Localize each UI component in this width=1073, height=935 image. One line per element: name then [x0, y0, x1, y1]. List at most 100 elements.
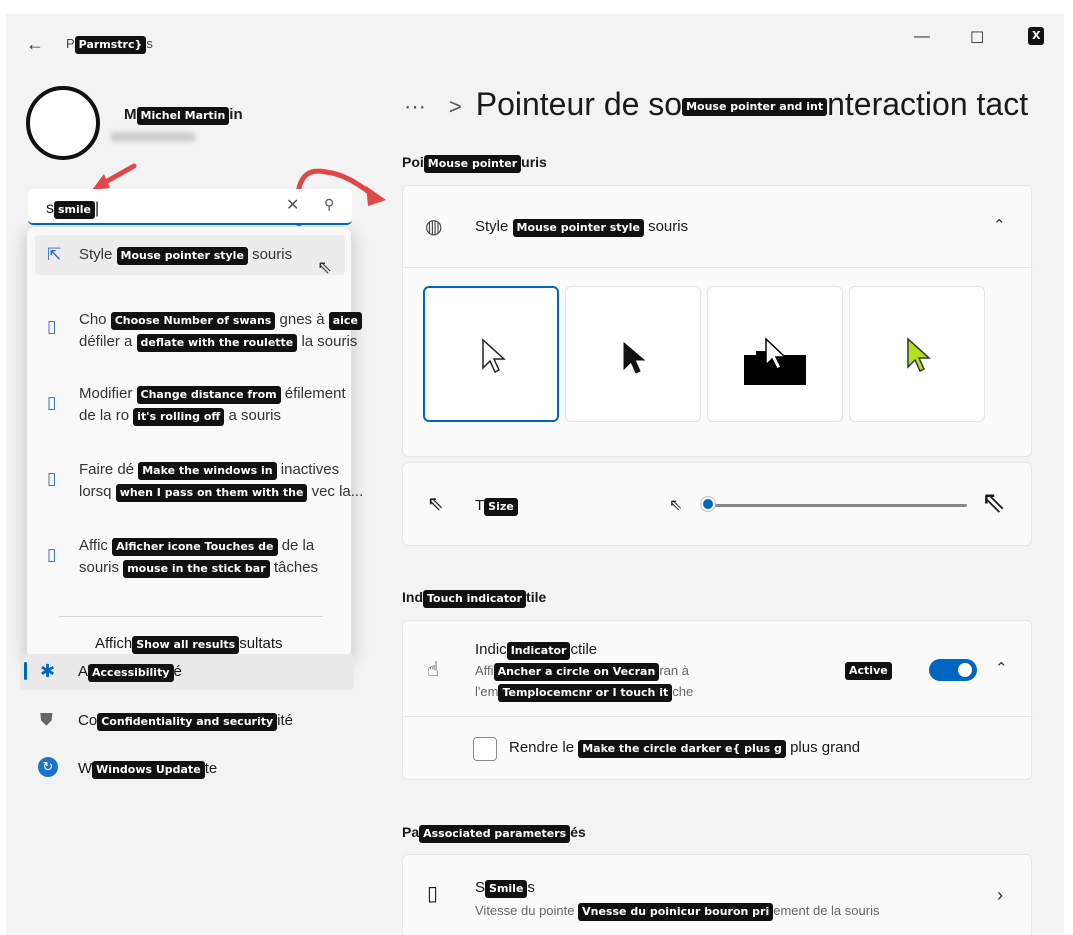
- text-fragment: Affich: [95, 635, 133, 652]
- windows-update-icon: ↻: [38, 757, 58, 777]
- pointer-style-white[interactable]: [423, 286, 559, 422]
- pointer-style-card: ◍ Style Mouse pointer style souris ⌃: [402, 185, 1033, 457]
- pointer-style-header[interactable]: ◍ Style Mouse pointer style souris ⌃: [403, 186, 1033, 268]
- annotation-arrowhead-result: [366, 186, 386, 206]
- size-label: T Size: [475, 497, 518, 516]
- accessibility-icon: ✱: [40, 661, 56, 681]
- mouse-pointer-icon: ⇱: [47, 245, 62, 264]
- pointer-style-black[interactable]: [565, 286, 701, 422]
- pointer-style-label: Style Mouse pointer style souris: [475, 218, 688, 237]
- search-result-line: Faire dé Make the windows in inactives: [79, 461, 339, 480]
- mouse-icon: ▯: [47, 393, 57, 412]
- chevron-up-icon[interactable]: ⌃: [995, 659, 1008, 677]
- search-result-line: Affic Alficher icone Touches de de la: [79, 537, 314, 556]
- cursor-icon: ⇖: [317, 257, 333, 277]
- touch-indicator-header[interactable]: ☝ Indic Indicator ctile Affi Ancher a circl…: [403, 621, 1033, 717]
- text-fragment: l'em: [475, 684, 499, 699]
- related-item-desc: Vitesse du pointe Vnesse du poinicur bou…: [475, 903, 879, 921]
- text-fragment: gnes à: [279, 311, 325, 328]
- chevron-right-icon: ›: [997, 885, 1003, 905]
- annotation-arrowhead-search: [92, 174, 110, 190]
- text-fragment: lorsq: [79, 483, 112, 500]
- text-fragment: te: [204, 760, 218, 777]
- cursor-icon: ⇖: [427, 493, 444, 515]
- text-fragment: che: [672, 684, 694, 699]
- pointer-style-custom[interactable]: [849, 286, 985, 422]
- size-slider-thumb[interactable]: [701, 497, 715, 511]
- breadcrumb-ellipsis[interactable]: ···: [404, 94, 426, 119]
- sidebar-item-label: W Windows Update te: [78, 760, 217, 779]
- result-label: Mouse pointer style: [116, 247, 248, 265]
- search-result-item[interactable]: ▯ Affic Alficher icone Touches de de la …: [35, 535, 345, 591]
- text-fragment: Poi: [402, 154, 424, 170]
- size-slider-track[interactable]: [703, 504, 967, 507]
- selection-indicator: [24, 662, 27, 680]
- toggle-state-label: Active: [845, 661, 892, 680]
- result-label: Alficher icone Touches de: [112, 538, 278, 556]
- checkbox-label: Make the circle darker e{ plus g: [578, 740, 786, 758]
- section-label: Associated parameters: [419, 825, 571, 843]
- clear-search-icon[interactable]: ✕: [286, 195, 299, 215]
- text-fragment: a souris: [228, 407, 281, 424]
- close-button[interactable]: X: [1028, 26, 1045, 45]
- text-fragment: souris: [252, 246, 293, 263]
- darker-circle-label: Rendre le Make the circle darker e{ plus…: [509, 739, 860, 758]
- text-fragment: tile: [526, 589, 547, 605]
- nav-label: Confidentiality and security: [97, 713, 278, 731]
- text-fragment: Affic: [79, 537, 108, 554]
- text-fragment: vec la...: [311, 483, 364, 500]
- show-all-results-link[interactable]: Affich Show all results sultats: [95, 635, 283, 654]
- mouse-icon: ▯: [47, 469, 57, 488]
- text-fragment: Modifier: [79, 385, 133, 402]
- sidebar-item-privacy[interactable]: ⛊ Co Confidentiality and security ité: [20, 704, 354, 740]
- desc-label: Vnesse du poinicur bouron pri: [578, 903, 774, 921]
- search-result-item[interactable]: ▯ Cho Choose Number of swans gnes à aice…: [35, 307, 362, 363]
- search-result-item[interactable]: ▯ Faire dé Make the windows in inactives…: [35, 459, 363, 515]
- search-result-line: lorsq when I pass on them with the vec l…: [79, 483, 363, 502]
- result-label: it's rolling off: [133, 408, 225, 426]
- touch-indicator-title: Indic Indicator ctile: [475, 641, 597, 660]
- text-fragment: Affi: [475, 663, 494, 678]
- sidebar-item-windows-update[interactable]: ↻ W Windows Update te: [20, 752, 354, 788]
- section-label: Touch indicator: [423, 590, 527, 608]
- white-cursor-icon: [482, 338, 506, 374]
- sidebar-item-accessibility[interactable]: ✱ A Accessibility é: [20, 654, 354, 690]
- pointer-style-inverted[interactable]: [707, 286, 843, 422]
- state-label: Active: [845, 662, 892, 680]
- text-fragment: uris: [521, 154, 547, 170]
- search-input[interactable]: s smile |: [46, 200, 99, 219]
- related-label: Smile: [485, 880, 528, 898]
- palette-icon: ◍: [425, 216, 443, 238]
- result-label: aice: [328, 312, 362, 330]
- related-mouse-card[interactable]: ▯ S Smile s Vitesse du pointe Vnesse du po…: [402, 854, 1032, 935]
- show-all-label: Show all results: [132, 636, 240, 654]
- chevron-up-icon[interactable]: ⌃: [993, 216, 1006, 234]
- touch-icon: ☝: [427, 659, 440, 681]
- search-icon[interactable]: ⚲: [324, 196, 334, 213]
- text-fragment: s: [527, 879, 535, 896]
- shield-icon: ⛊: [40, 710, 53, 729]
- text-fragment: A: [78, 663, 89, 680]
- inverted-cursor-icon: [744, 337, 806, 385]
- search-result-item[interactable]: ⇱ Style Mouse pointer style souris ⇖: [35, 235, 345, 277]
- small-cursor-icon: ⇖: [669, 497, 683, 514]
- text-fragment: W: [78, 760, 93, 777]
- search-result-line: de la ro it's rolling off a souris: [79, 407, 281, 426]
- text-fragment: tâches: [273, 559, 319, 576]
- text-fragment: défiler a: [79, 333, 133, 350]
- darker-circle-checkbox[interactable]: [473, 737, 497, 761]
- text-fragment: ran à: [659, 663, 689, 678]
- search-result-item[interactable]: ▯ Modifier Change distance from éfilemen…: [35, 383, 346, 439]
- sidebar-item-label: A Accessibility é: [78, 663, 182, 682]
- text-fragment: ement de la souris: [773, 903, 880, 918]
- large-cursor-icon: ⇖: [981, 486, 1007, 519]
- section-heading-touch: Ind Touch indicator tile: [402, 589, 546, 608]
- text-fragment: souris: [79, 559, 120, 576]
- search-box[interactable]: s smile | ✕ ⚲: [28, 189, 352, 225]
- text-fragment: éfilement: [284, 385, 346, 402]
- text-fragment: la souris: [301, 333, 358, 350]
- maximize-button[interactable]: ☐: [970, 28, 984, 48]
- result-label: when I pass on them with the: [115, 484, 308, 502]
- minimize-button[interactable]: —: [914, 28, 930, 46]
- touch-indicator-toggle[interactable]: [929, 659, 977, 681]
